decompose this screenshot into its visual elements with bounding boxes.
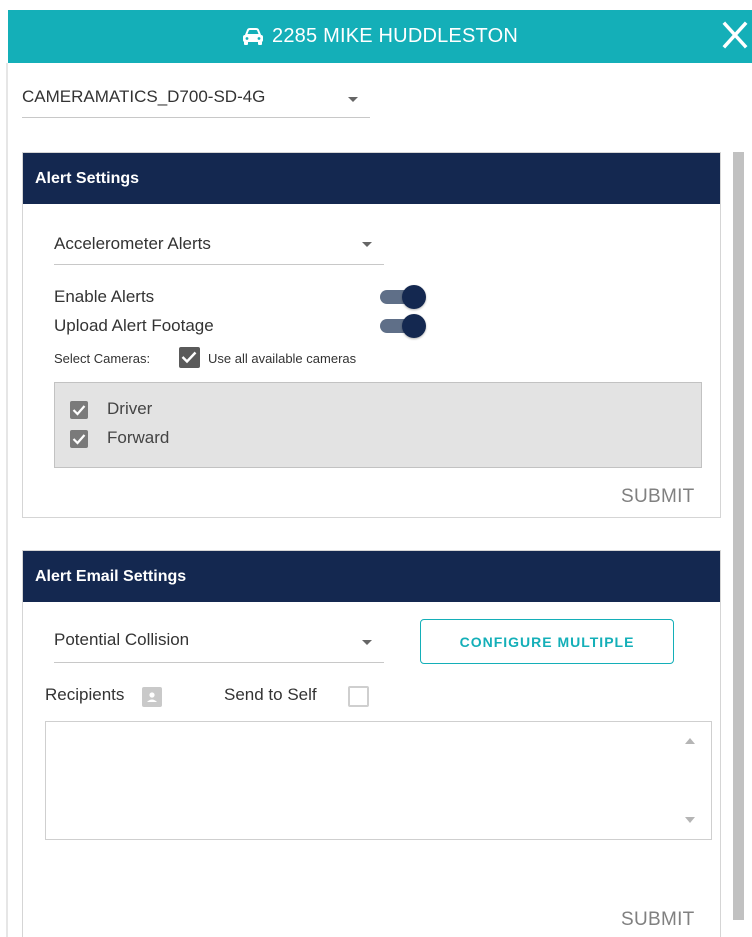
left-divider bbox=[6, 63, 8, 937]
chevron-down-icon bbox=[362, 242, 372, 247]
use-all-cameras-label: Use all available cameras bbox=[208, 351, 357, 366]
device-select-value: CAMERAMATICS_D700-SD-4G bbox=[22, 87, 266, 106]
chevron-down-icon bbox=[348, 97, 358, 102]
scroll-up-icon[interactable] bbox=[685, 738, 695, 744]
alert-email-submit-button[interactable]: SUBMIT bbox=[621, 909, 695, 931]
send-to-self-label: Send to Self bbox=[224, 685, 317, 704]
alert-settings-submit-button[interactable]: SUBMIT bbox=[621, 486, 695, 508]
select-cameras-label: Select Cameras: bbox=[54, 351, 151, 366]
check-icon bbox=[181, 351, 197, 364]
scroll-down-icon[interactable] bbox=[685, 817, 695, 823]
camera-list: Driver Forward bbox=[54, 382, 702, 468]
header-title-wrap: 2285 MIKE HUDDLESTON bbox=[8, 10, 752, 63]
alert-email-settings-title: Alert Email Settings bbox=[35, 568, 187, 585]
driver-camera-label: Driver bbox=[107, 399, 153, 418]
alert-settings-card: Alert Settings Accelerometer Alerts Enab… bbox=[22, 152, 721, 518]
alert-email-settings-card: Alert Email Settings Potential Collision… bbox=[22, 550, 721, 937]
top-strip bbox=[0, 0, 752, 10]
close-icon[interactable] bbox=[720, 18, 750, 52]
alert-settings-title: Alert Settings bbox=[35, 170, 140, 187]
scrollbar[interactable] bbox=[733, 152, 744, 920]
alert-email-settings-header: Alert Email Settings bbox=[23, 551, 720, 602]
alert-type-select[interactable]: Accelerometer Alerts bbox=[54, 227, 384, 265]
car-icon bbox=[243, 27, 264, 45]
alert-settings-header: Alert Settings bbox=[23, 153, 720, 204]
configure-multiple-label: CONFIGURE MULTIPLE bbox=[459, 633, 635, 650]
dialog-header: 2285 MIKE HUDDLESTON bbox=[8, 10, 752, 63]
enable-alerts-label: Enable Alerts bbox=[54, 287, 155, 306]
chevron-down-icon bbox=[362, 640, 372, 645]
email-alert-type-value: Potential Collision bbox=[54, 630, 190, 649]
recipients-label: Recipients bbox=[45, 685, 125, 704]
enable-alerts-toggle[interactable] bbox=[380, 285, 430, 309]
configure-multiple-button[interactable]: CONFIGURE MULTIPLE bbox=[420, 619, 674, 664]
forward-camera-checkbox[interactable] bbox=[70, 430, 88, 448]
toggle-knob bbox=[402, 314, 426, 338]
device-select[interactable]: CAMERAMATICS_D700-SD-4G bbox=[22, 82, 370, 118]
check-icon bbox=[72, 405, 86, 416]
check-icon bbox=[72, 434, 86, 445]
driver-camera-checkbox[interactable] bbox=[70, 401, 88, 419]
upload-footage-toggle[interactable] bbox=[380, 314, 430, 338]
person-icon bbox=[147, 692, 157, 702]
email-alert-type-select[interactable]: Potential Collision bbox=[54, 623, 384, 663]
send-to-self-checkbox[interactable] bbox=[348, 686, 369, 707]
page-title: 2285 MIKE HUDDLESTON bbox=[272, 25, 518, 47]
toggle-knob bbox=[402, 285, 426, 309]
forward-camera-label: Forward bbox=[107, 428, 170, 447]
use-all-cameras-checkbox[interactable] bbox=[179, 347, 200, 368]
recipients-textarea[interactable] bbox=[45, 721, 712, 840]
alert-type-value: Accelerometer Alerts bbox=[54, 234, 211, 253]
contact-icon[interactable] bbox=[142, 687, 162, 707]
upload-footage-label: Upload Alert Footage bbox=[54, 316, 214, 335]
